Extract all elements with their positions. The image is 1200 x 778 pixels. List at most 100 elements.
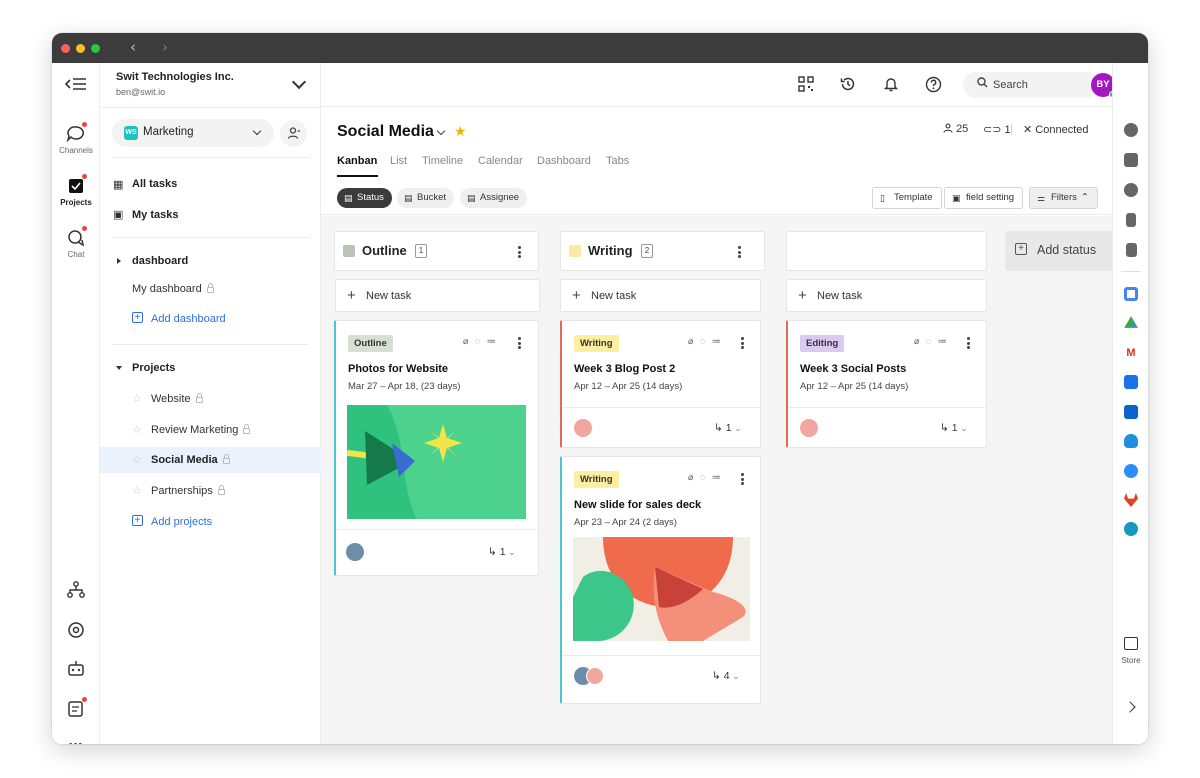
kebab-icon[interactable] (518, 337, 521, 349)
column-header-writing[interactable]: Writing 2 (560, 231, 765, 271)
search-input[interactable]: Search (963, 72, 1099, 98)
chat-bubbles-icon[interactable] (1124, 183, 1138, 197)
maximize-window-button[interactable] (91, 44, 100, 53)
tab-list[interactable]: List (390, 155, 407, 167)
kebab-icon[interactable] (967, 337, 970, 349)
store-button[interactable]: Store (1113, 637, 1148, 668)
more-icon[interactable]: ••• (52, 739, 100, 744)
zoom-icon[interactable] (1124, 464, 1138, 478)
sidebar-item-partnerships[interactable]: ☆ Partnerships (100, 478, 321, 504)
add-status-button[interactable]: + Add status (1005, 231, 1112, 271)
sidebar-section-dashboard[interactable]: dashboard (100, 248, 321, 274)
plus-icon: + (572, 287, 581, 304)
rail-item-projects[interactable]: Projects (52, 174, 100, 207)
tab-kanban[interactable]: Kanban (337, 155, 377, 167)
subtask-count[interactable]: ↳ 1 ⌄ (488, 546, 516, 558)
kebab-icon[interactable] (518, 246, 521, 258)
workspace-members-icon[interactable] (280, 120, 307, 147)
org-switcher[interactable]: Swit Technologies Inc. ben@swit.io (116, 71, 234, 97)
field-setting-button[interactable]: ▣ field setting (944, 187, 1024, 209)
collapse-sidebar-icon[interactable] (63, 75, 89, 97)
outlook-icon[interactable] (1124, 405, 1138, 419)
sidebar-section-projects[interactable]: Projects (100, 355, 321, 381)
task-card[interactable]: Writing ⌀ ◌ ≔ New slide for sales deck A… (560, 456, 761, 704)
task-card[interactable]: Editing ⌀ ◌ ≔ Week 3 Social Posts Apr 12… (786, 320, 987, 448)
kebab-icon[interactable] (738, 246, 741, 258)
rail-item-channels[interactable]: Channels (52, 122, 100, 155)
sidebar-item-review-marketing[interactable]: ☆ Review Marketing (100, 417, 321, 443)
google-calendar-icon[interactable] (1124, 287, 1138, 301)
tab-calendar[interactable]: Calendar (478, 155, 523, 167)
rail-item-bot[interactable] (52, 659, 100, 679)
bookmark-icon[interactable] (1126, 213, 1136, 227)
member-count[interactable]: 25 (943, 123, 968, 135)
sidebar-item-website[interactable]: ☆ Website (100, 386, 321, 412)
star-outline-icon[interactable]: ☆ (132, 484, 142, 497)
gitlab-icon[interactable] (1124, 493, 1138, 507)
task-card[interactable]: Writing ⌀ ◌ ≔ Week 3 Blog Post 2 Apr 12 … (560, 320, 761, 448)
sidebar-item-my-tasks[interactable]: ▣ My tasks (100, 202, 321, 228)
bell-icon[interactable] (882, 76, 900, 94)
comment-icon[interactable] (1124, 123, 1138, 137)
minimize-window-button[interactable] (76, 44, 85, 53)
gmail-icon[interactable]: M (1124, 346, 1138, 360)
add-projects-button[interactable]: + Add projects (100, 509, 321, 535)
onedrive-icon[interactable] (1124, 434, 1138, 448)
tab-tabs[interactable]: Tabs (606, 155, 629, 167)
workspace-selector[interactable]: WS Marketing (112, 119, 274, 147)
qr-code-icon[interactable] (797, 76, 815, 94)
star-filled-icon[interactable]: ★ (454, 123, 467, 140)
new-task-button[interactable]: + New task (560, 279, 761, 312)
sidebar-item-social-media[interactable]: ☆ Social Media (100, 447, 321, 473)
assignee-avatar[interactable] (574, 419, 592, 437)
add-dashboard-button[interactable]: + Add dashboard (100, 306, 321, 332)
chevron-right-icon[interactable] (1124, 701, 1136, 713)
forward-icon[interactable]: › (162, 38, 168, 56)
workspace-name: Marketing (143, 126, 194, 138)
group-by-status-button[interactable]: ▤ Status (337, 188, 392, 208)
task-card[interactable]: Outline ⌀ ◌ ≔ Photos for Website Mar 27 … (334, 320, 539, 576)
link-count[interactable]: ⊂⊃ 1 (983, 123, 1011, 136)
star-outline-icon[interactable]: ☆ (132, 392, 142, 405)
rail-item-org-chart[interactable] (52, 580, 100, 600)
page-title[interactable]: Social Media (337, 123, 434, 141)
assignee-avatar[interactable] (586, 667, 604, 685)
star-outline-icon[interactable]: ☆ (132, 423, 142, 436)
subtask-count[interactable]: ↳ 1 ⌄ (714, 422, 742, 434)
close-window-button[interactable] (61, 44, 70, 53)
kebab-icon[interactable] (741, 337, 744, 349)
kebab-icon[interactable] (741, 473, 744, 485)
sidebar-item-my-dashboard[interactable]: My dashboard (100, 276, 321, 302)
new-task-button[interactable]: + New task (786, 279, 987, 312)
back-icon[interactable]: ‹ (130, 38, 136, 56)
tab-dashboard[interactable]: Dashboard (537, 155, 591, 167)
filters-button[interactable]: ⚌ Filters ⌃ (1029, 187, 1098, 209)
new-task-button[interactable]: + New task (335, 279, 540, 312)
chevron-down-icon[interactable] (436, 126, 446, 136)
sidebar-item-all-tasks[interactable]: ▦ All tasks (100, 171, 321, 197)
tab-timeline[interactable]: Timeline (422, 155, 463, 167)
group-by-assignee-button[interactable]: ▤ Assignee (460, 188, 528, 208)
assignee-avatar[interactable] (800, 419, 818, 437)
column-header-outline[interactable]: Outline 1 (334, 231, 539, 271)
help-icon[interactable] (924, 76, 942, 94)
rail-item-target[interactable] (52, 620, 100, 640)
salesforce-icon[interactable] (1124, 522, 1138, 536)
rail-item-chat[interactable]: Chat (52, 226, 100, 259)
group-by-bucket-button[interactable]: ▤ Bucket (397, 188, 455, 208)
history-icon[interactable] (839, 76, 857, 94)
column-header-editing[interactable] (786, 231, 987, 271)
file-icon[interactable] (1126, 243, 1137, 257)
subtask-count[interactable]: ↳ 1 ⌄ (940, 422, 968, 434)
assignee-avatar[interactable] (346, 543, 364, 561)
google-docs-icon[interactable] (1124, 375, 1138, 389)
star-outline-icon[interactable]: ☆ (132, 453, 142, 466)
template-button[interactable]: ▯ Template (872, 187, 942, 209)
task-check-icon[interactable] (1124, 153, 1138, 167)
status-icon: ▤ (344, 193, 353, 203)
chevron-down-icon[interactable] (291, 74, 307, 90)
subtask-count[interactable]: ↳ 4 ⌄ (712, 670, 740, 682)
google-drive-icon[interactable] (1124, 316, 1138, 328)
connection-status[interactable]: ✕ Connected (1023, 123, 1089, 136)
rail-item-notes[interactable] (52, 697, 100, 719)
